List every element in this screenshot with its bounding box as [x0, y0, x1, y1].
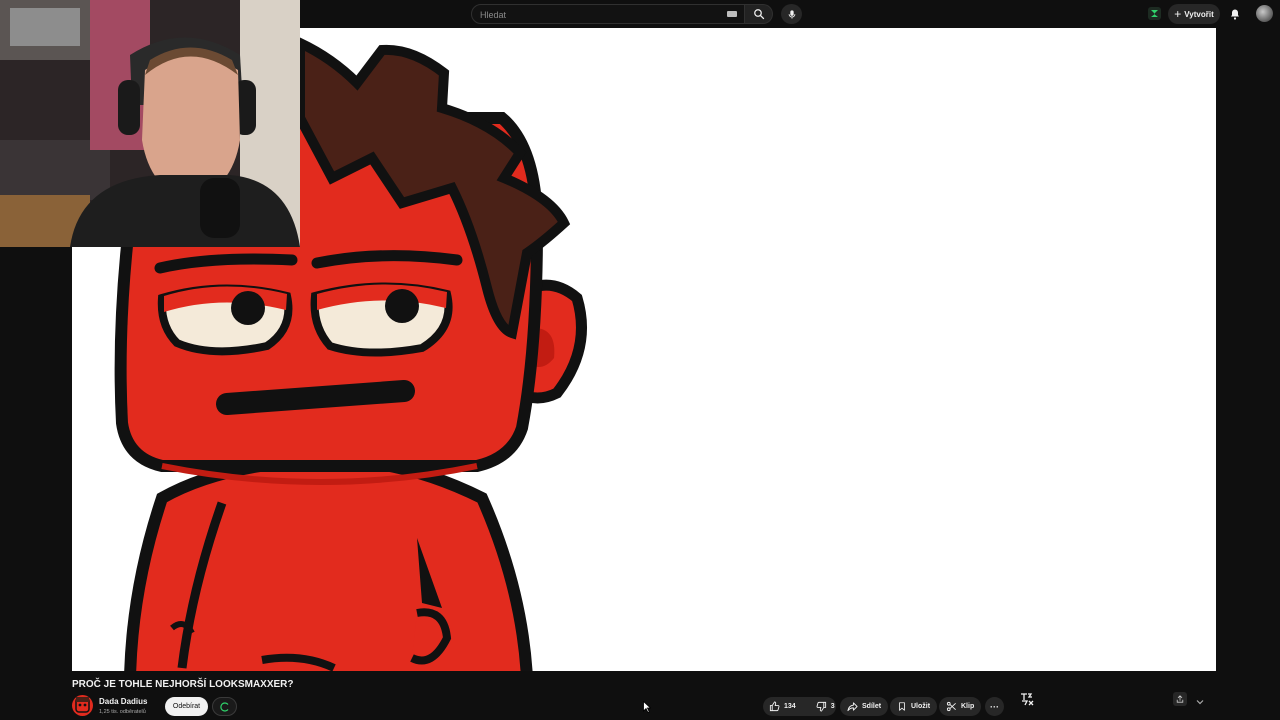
share-button[interactable]: Sdílet	[840, 697, 889, 716]
mouse-cursor-icon	[643, 700, 652, 714]
search-box	[471, 4, 745, 24]
plus-icon: +	[1174, 7, 1182, 21]
share-icon	[1176, 695, 1184, 703]
subscribe-button[interactable]: Odebírat	[165, 697, 208, 716]
notifications-button[interactable]	[1227, 6, 1243, 22]
share-icon	[847, 702, 858, 712]
thumb-up-icon	[769, 701, 780, 712]
chevron-down-icon	[1196, 700, 1204, 705]
like-button[interactable]: 134	[763, 697, 802, 716]
panel-share-button[interactable]	[1173, 692, 1187, 706]
thumb-down-icon	[816, 701, 826, 712]
video-title: PROČ JE TOHLE NEJHORŠÍ LOOKSMAXXER?	[72, 679, 294, 690]
account-avatar[interactable]	[1256, 5, 1273, 22]
save-label: Uložit	[911, 703, 931, 710]
spinner-icon	[219, 701, 228, 712]
extension-icon[interactable]	[1148, 7, 1161, 20]
clip-label: Klip	[961, 703, 975, 710]
search-icon	[753, 9, 764, 20]
subscriber-count: 1,25 tis. odběratelů	[99, 709, 146, 715]
like-count: 134	[784, 703, 796, 710]
join-button[interactable]	[212, 697, 237, 716]
create-label: Vytvořit	[1184, 9, 1214, 19]
dislike-button[interactable]: 3	[810, 697, 841, 716]
save-button[interactable]: Uložit	[890, 697, 938, 716]
more-icon: ···	[990, 701, 999, 712]
voice-search-button[interactable]	[781, 4, 802, 24]
channel-avatar[interactable]	[72, 695, 93, 716]
dislike-count: 3	[830, 703, 835, 710]
webcam-overlay	[0, 0, 300, 247]
mic-icon	[788, 9, 795, 19]
bell-icon	[1231, 9, 1239, 20]
more-actions-button[interactable]: ···	[985, 697, 1004, 716]
create-button[interactable]: + Vytvořit	[1168, 4, 1220, 24]
like-dislike-group: 134 3	[763, 697, 836, 716]
webcam-image	[0, 0, 300, 247]
share-label: Sdílet	[862, 703, 882, 710]
search-button[interactable]	[745, 4, 773, 24]
bookmark-icon	[899, 702, 905, 711]
search-input[interactable]	[472, 6, 712, 24]
panel-logo-icon	[1020, 692, 1036, 706]
scissors-icon	[946, 701, 956, 712]
channel-name[interactable]: Dada Dadius	[99, 697, 147, 706]
keyboard-icon[interactable]	[727, 11, 737, 17]
clip-button[interactable]: Klip	[939, 697, 982, 716]
panel-expand-button[interactable]	[1195, 694, 1205, 705]
